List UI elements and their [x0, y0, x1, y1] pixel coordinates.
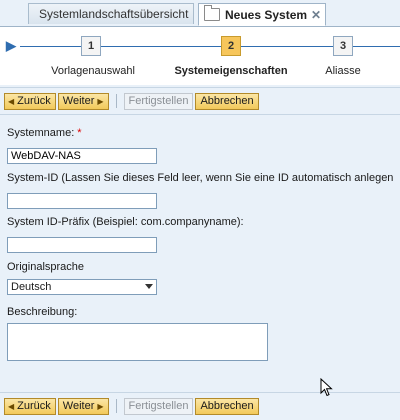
chevron-down-icon [145, 284, 153, 289]
arrow-right-icon: ▶ [97, 96, 104, 106]
finish-button-label: Fertigstellen [128, 95, 189, 107]
back-button-label: Zurück [17, 95, 51, 107]
next-button[interactable]: Weiter ▶ [57, 92, 109, 110]
system-properties-form: Systemname:* System-ID (Lassen Sie diese… [0, 116, 400, 391]
cancel-button-label: Abbrechen [200, 95, 254, 107]
description-label: Beschreibung: [7, 306, 78, 318]
system-id-prefix-label: System ID-Präfix (Beispiel: com.companyn… [7, 216, 244, 228]
close-icon[interactable]: ✕ [311, 8, 321, 22]
top-toolbar: ◀ Zurück Weiter ▶ Fertigstellen Abbreche… [0, 87, 400, 115]
back-button-label: Zurück [17, 400, 51, 412]
finish-button-label: Fertigstellen [128, 400, 189, 412]
roadmap-label-2[interactable]: Systemeigenschaften [174, 65, 287, 77]
language-select[interactable]: Deutsch [7, 279, 157, 295]
roadmap-step-1[interactable]: 1 [81, 36, 101, 56]
tab-neues-system[interactable]: Neues System ✕ [198, 3, 326, 26]
roadmap-label-3[interactable]: Aliasse [325, 65, 360, 77]
roadmap: ▶ 1 2 3 Vorlagenauswahl Systemeigenschaf… [0, 27, 400, 85]
tab-label: Systemlandschaftsübersicht [39, 7, 189, 21]
step-number: 1 [87, 40, 95, 52]
arrow-left-icon: ◀ [8, 401, 15, 411]
tab-bar: Systemlandschaftsübersicht Neues System … [0, 0, 400, 27]
cancel-button-label: Abbrechen [200, 400, 254, 412]
system-id-prefix-input[interactable] [7, 237, 157, 253]
toolbar-separator [115, 94, 117, 108]
system-name-label-text: Systemname: [7, 127, 75, 139]
arrow-left-icon: ◀ [8, 96, 15, 106]
back-button[interactable]: ◀ Zurück [4, 397, 56, 415]
system-id-input[interactable] [7, 193, 157, 209]
language-select-value: Deutsch [11, 281, 52, 293]
required-marker: * [77, 127, 82, 139]
step-number: 2 [227, 40, 235, 52]
back-button[interactable]: ◀ Zurück [4, 92, 56, 110]
step-number: 3 [339, 40, 347, 52]
mouse-pointer-icon [320, 378, 333, 397]
roadmap-step-2[interactable]: 2 [221, 36, 241, 56]
cancel-button[interactable]: Abbrechen [195, 92, 259, 110]
next-button-label: Weiter [62, 95, 95, 107]
roadmap-step-3[interactable]: 3 [333, 36, 353, 56]
bottom-toolbar: ◀ Zurück Weiter ▶ Fertigstellen Abbreche… [0, 392, 400, 419]
description-textarea[interactable] [7, 323, 268, 361]
cancel-button[interactable]: Abbrechen [195, 397, 259, 415]
toolbar-separator [115, 399, 117, 413]
finish-button[interactable]: Fertigstellen [123, 397, 194, 415]
system-id-label: System-ID (Lassen Sie dieses Feld leer, … [7, 172, 394, 184]
folder-icon [204, 5, 220, 21]
next-button[interactable]: Weiter ▶ [57, 397, 109, 415]
next-button-label: Weiter [62, 400, 95, 412]
system-name-input[interactable] [7, 148, 157, 164]
roadmap-start-icon: ▶ [6, 38, 16, 53]
arrow-right-icon: ▶ [97, 401, 104, 411]
finish-button[interactable]: Fertigstellen [123, 92, 194, 110]
tab-label: Neues System [225, 7, 308, 22]
language-label: Originalsprache [7, 261, 85, 273]
system-name-label: Systemname: * [7, 127, 82, 139]
roadmap-label-1[interactable]: Vorlagenauswahl [51, 65, 135, 77]
tab-systemlandschaft[interactable]: Systemlandschaftsübersicht [28, 3, 194, 24]
